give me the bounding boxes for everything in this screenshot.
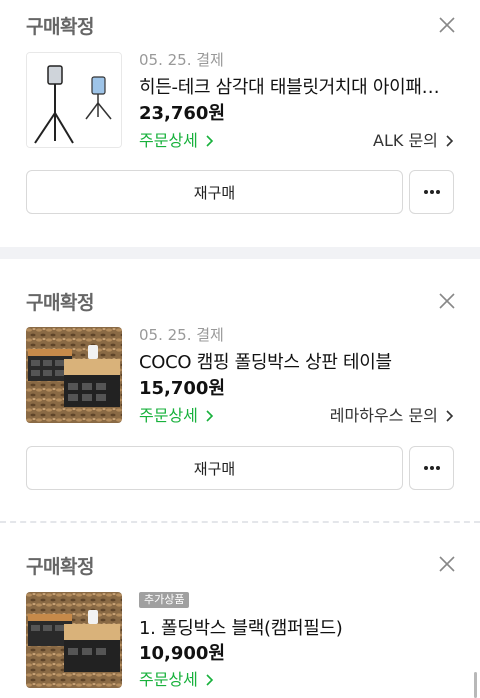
product-price: 15,700원 — [139, 378, 226, 399]
more-options-button[interactable] — [409, 446, 454, 490]
order-status: 구매확정 — [26, 16, 94, 38]
seller-inquiry-label: 레마하우스 문의 — [329, 406, 438, 425]
product-thumbnail[interactable] — [26, 327, 122, 423]
product-name[interactable]: COCO 캠핑 폴딩박스 상판 테이블 — [139, 348, 454, 374]
order-status: 구매확정 — [26, 556, 94, 578]
product-price: 10,900원 — [139, 643, 226, 664]
order-card: 구매확정 05. 25. 결제 히든-테크 삼각대 태블릿거치대 아이패드 거치… — [0, 0, 480, 247]
dashed-divider — [0, 521, 480, 523]
order-card: 구매확정 05. 25. 결제 COCO 캠핑 폴딩박스 상판 테이블 15,7… — [0, 259, 480, 521]
order-status: 구매확정 — [26, 292, 94, 314]
seller-inquiry-link[interactable]: 레마하우스 문의 — [330, 402, 454, 426]
rebuy-button[interactable]: 재구매 — [26, 170, 403, 214]
chevron-right-icon — [206, 135, 214, 147]
order-detail-link[interactable]: 주문상세 — [139, 666, 214, 690]
product-thumbnail[interactable] — [26, 592, 122, 688]
additional-product-badge: 추가상품 — [139, 592, 190, 608]
product-price: 23,760원 — [139, 103, 226, 124]
seller-inquiry-link[interactable]: ALK 문의 — [373, 127, 454, 151]
chevron-right-icon — [206, 674, 214, 686]
order-detail-label: 주문상세 — [139, 670, 198, 689]
more-options-button[interactable] — [409, 170, 454, 214]
order-detail-link[interactable]: 주문상세 — [139, 402, 214, 426]
more-dots-icon — [424, 190, 428, 194]
product-name[interactable]: 1. 폴딩박스 블랙(캠퍼필드) — [139, 614, 454, 640]
chevron-right-icon — [206, 410, 214, 422]
order-detail-label: 주문상세 — [139, 406, 198, 425]
product-thumbnail[interactable] — [26, 52, 122, 148]
rebuy-button[interactable]: 재구매 — [26, 446, 403, 490]
chevron-right-icon — [446, 135, 454, 147]
more-dots-icon — [424, 466, 428, 470]
product-name[interactable]: 히든-테크 삼각대 태블릿거치대 아이패드 거치대 — [139, 73, 454, 99]
chevron-right-icon — [446, 410, 454, 422]
order-detail-label: 주문상세 — [139, 131, 198, 150]
close-icon[interactable] — [436, 553, 458, 575]
close-icon[interactable] — [436, 290, 458, 312]
seller-inquiry-label: ALK 문의 — [373, 131, 438, 150]
payment-date: 05. 25. 결제 — [139, 51, 224, 69]
payment-date: 05. 25. 결제 — [139, 326, 224, 344]
section-gap — [0, 247, 480, 259]
order-detail-link[interactable]: 주문상세 — [139, 127, 214, 151]
close-icon[interactable] — [436, 14, 458, 36]
scrollbar[interactable] — [474, 672, 477, 698]
